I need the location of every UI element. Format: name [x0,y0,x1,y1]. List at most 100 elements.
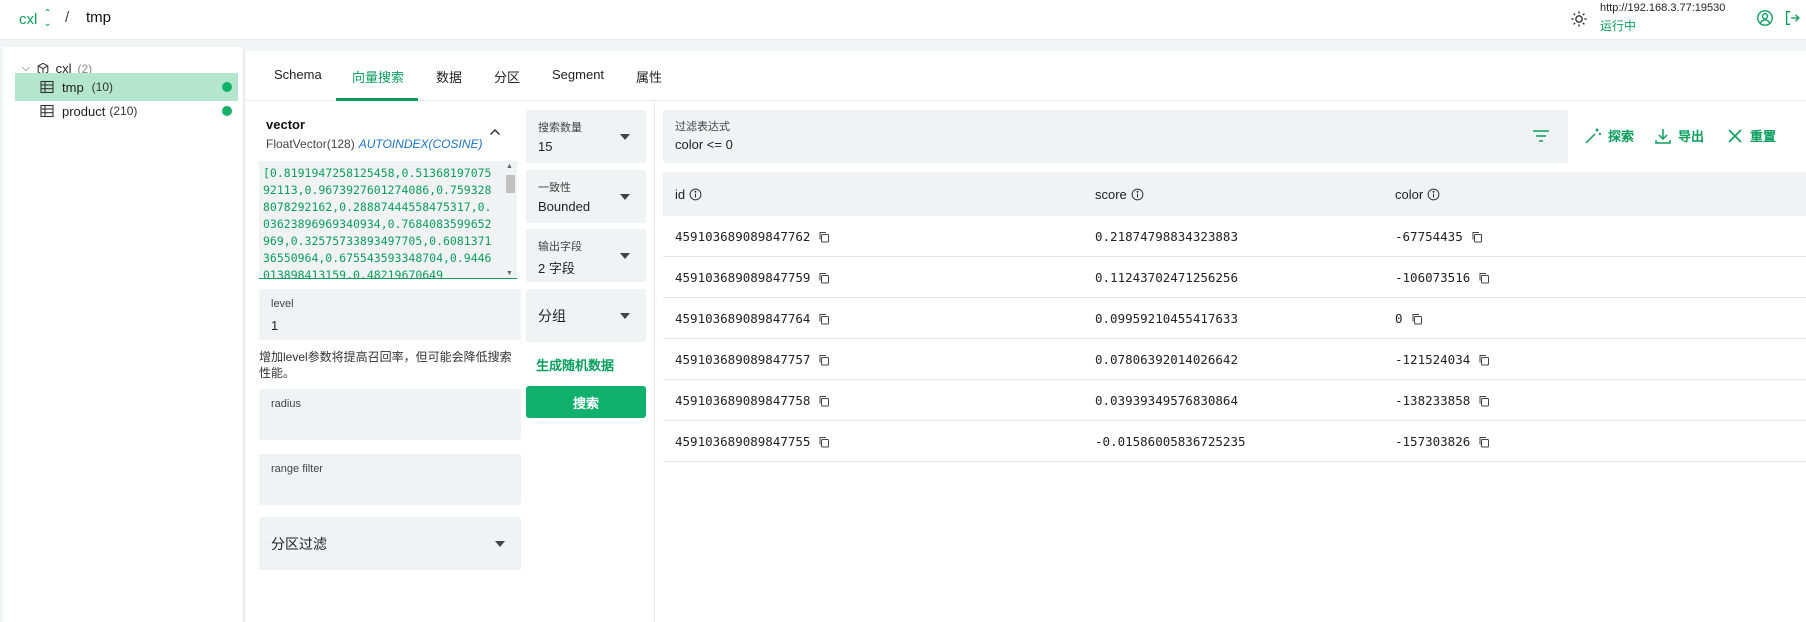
cell-id: 459103689089847757 [675,352,830,367]
cell-color-text: -67754435 [1395,229,1463,244]
vector-scrollbar[interactable]: ▲ ▼ [503,161,517,278]
breadcrumb-collection[interactable]: tmp [86,9,111,26]
level-field[interactable]: level 1 [259,289,521,340]
cell-id: 459103689089847755 [675,434,830,449]
table-icon [40,80,54,94]
sidebar-item-product[interactable]: product (210) [15,97,238,125]
column-header-label: color [1395,187,1424,202]
scroll-down-icon[interactable]: ▼ [506,270,513,277]
loaded-status-dot [222,106,232,116]
copy-icon[interactable] [1478,395,1490,407]
range-filter-field[interactable]: range filter [259,454,521,505]
radius-field[interactable]: radius [259,389,521,440]
database-selector[interactable]: cxl ⌃ ⌄ [19,9,52,29]
vector-input[interactable]: [0.8191947258125458,0.5136819707592113,0… [259,161,517,279]
cell-id-text: 459103689089847764 [675,311,811,326]
scroll-up-icon[interactable]: ▲ [506,163,513,170]
copy-icon[interactable] [1478,272,1490,284]
cell-id-text: 459103689089847759 [675,270,811,285]
consistency-value: Bounded [538,199,591,214]
copy-icon[interactable] [818,395,830,407]
tab-partitions[interactable]: 分区 [494,67,520,86]
export-label: 导出 [1678,129,1705,144]
output-fields-label: 输出字段 [538,241,582,253]
reset-label: 重置 [1750,129,1777,144]
copy-icon[interactable] [818,231,830,243]
search-button[interactable]: 搜索 [526,386,646,418]
table-row[interactable]: 459103689089847762 0.21874798834323883 -67… [663,216,1806,257]
cell-score: 0.11243702471256256 [1095,270,1238,285]
column-header-score[interactable]: score [1095,187,1144,202]
filter-icon[interactable] [1532,128,1550,144]
copy-icon[interactable] [818,354,830,366]
copy-icon[interactable] [818,436,830,448]
table-row[interactable]: 459103689089847758 0.03939349576830864 -13… [663,380,1806,421]
export-button[interactable]: 导出 [1654,126,1704,145]
caret-down-icon [620,133,630,140]
cell-id: 459103689089847764 [675,311,830,326]
cell-color-text: -157303826 [1395,434,1471,449]
info-icon[interactable] [689,188,702,201]
tab-segment[interactable]: Segment [552,67,604,82]
info-icon[interactable] [1131,188,1144,201]
level-label: level [271,298,294,310]
table-row[interactable]: 459103689089847757 0.07806392014026642 -12… [663,339,1806,380]
copy-icon[interactable] [1478,436,1490,448]
cell-id-text: 459103689089847758 [675,393,811,408]
copy-icon[interactable] [1411,313,1423,325]
column-divider [654,101,655,622]
generate-random-data-button[interactable]: 生成随机数据 [536,355,614,374]
tab-properties[interactable]: 属性 [636,67,662,86]
scroll-thumb[interactable] [506,175,515,193]
tab-data[interactable]: 数据 [436,67,462,86]
table-row[interactable]: 459103689089847755 -0.01586005836725235 -1… [663,421,1806,462]
filter-expression-input[interactable]: 过滤表达式 color <= 0 [663,110,1568,163]
tab-vector-search[interactable]: 向量搜索 [352,67,404,86]
partition-filter-label: 分区过滤 [271,535,327,552]
connection-status: 运行中 [1600,19,1637,33]
topk-label: 搜索数量 [538,122,582,134]
table-header: id score color [663,172,1806,216]
reset-button[interactable]: 重置 [1726,126,1776,145]
output-fields-value: 2 字段 [538,261,575,276]
cell-score-text: -0.01586005836725235 [1095,434,1246,449]
copy-icon[interactable] [1478,354,1490,366]
tab-bar: Schema 向量搜索 数据 分区 Segment 属性 [246,51,1806,101]
breadcrumb-separator: / [65,9,70,26]
user-circle-icon[interactable] [1756,9,1774,27]
cell-color-text: -138233858 [1395,393,1471,408]
explore-button[interactable]: 探索 [1584,126,1634,145]
cell-color: -157303826 [1395,434,1490,449]
topk-select[interactable]: 搜索数量 15 [526,110,646,163]
group-by-select[interactable]: 分组 [526,289,646,342]
cell-score: 0.21874798834323883 [1095,229,1238,244]
consistency-select[interactable]: 一致性 Bounded [526,170,646,223]
cell-id-text: 459103689089847755 [675,434,811,449]
output-fields-select[interactable]: 输出字段 2 字段 [526,229,646,282]
cell-score-text: 0.03939349576830864 [1095,393,1238,408]
logout-icon[interactable] [1783,9,1801,27]
table-row[interactable]: 459103689089847759 0.11243702471256256 -10… [663,257,1806,298]
caret-down-icon [495,540,505,547]
tab-schema[interactable]: Schema [274,67,322,82]
copy-icon[interactable] [818,272,830,284]
main-panel: Schema 向量搜索 数据 分区 Segment 属性 vector Floa… [246,51,1806,622]
info-icon[interactable] [1427,188,1440,201]
sidebar: ⌵ cxl (2) tmp (10) product (210) [3,47,244,622]
cell-score: 0.07806392014026642 [1095,352,1238,367]
copy-icon[interactable] [818,313,830,325]
column-header-id[interactable]: id [675,187,702,202]
sun-icon[interactable] [1570,10,1588,28]
cell-score: 0.09959210455417633 [1095,311,1238,326]
cell-id-text: 459103689089847757 [675,352,811,367]
database-name: cxl [19,10,38,28]
column-header-color[interactable]: color [1395,187,1440,202]
chevron-up-icon[interactable] [488,125,502,139]
table-row[interactable]: 459103689089847764 0.09959210455417633 0 [663,298,1806,339]
copy-icon[interactable] [1471,231,1483,243]
cell-color: -67754435 [1395,229,1483,244]
partition-filter-select[interactable]: 分区过滤 [259,517,521,570]
collection-name: tmp [62,79,84,95]
cell-color: -138233858 [1395,393,1490,408]
filter-value: color <= 0 [675,137,733,152]
